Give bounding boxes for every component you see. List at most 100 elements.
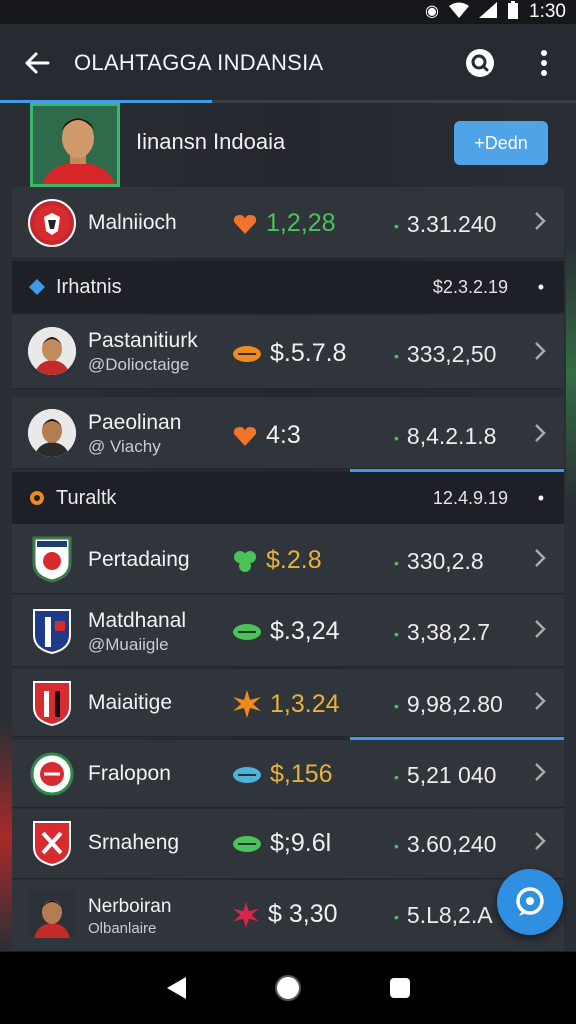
score-value: 1,3.24 [270, 689, 340, 718]
chevron-right-icon [530, 831, 550, 851]
player-name: Paeolinan [88, 411, 182, 434]
arrow-left-icon [25, 52, 50, 74]
total-value: 3.60,240 [406, 831, 497, 857]
star-burst-icon [233, 690, 261, 718]
page-title: OLAHTAGGA INDANSIA [74, 50, 324, 75]
score-value: $.3,24 [270, 617, 340, 645]
flame-icon [233, 345, 261, 362]
back-button[interactable] [0, 52, 74, 74]
score-value: $.5.7.8 [270, 339, 347, 367]
section-header: Irhatnis $2.3.2.19 • [12, 261, 564, 313]
app-bar: OLAHTAGGA INDANSIA [0, 24, 576, 102]
list-item[interactable]: Malniioch 1,2,28 • 3.31.240 [12, 187, 564, 259]
team-name: Srnaheng [88, 831, 180, 854]
chat-fab[interactable] [497, 869, 563, 935]
avatar [28, 327, 76, 375]
alarm-icon: ◉ [425, 3, 440, 20]
leaf-icon [233, 766, 261, 783]
total-value: 330,2.8 [406, 548, 484, 574]
score-value: $.2.8 [266, 546, 322, 574]
section-label: Turaltk [56, 486, 117, 509]
square-recents-icon [390, 978, 410, 998]
player-name: Nerboiran [88, 896, 172, 917]
total-value: 3,38,2.7 [406, 619, 491, 645]
team-name: Pertadaing [88, 548, 190, 571]
clover-icon [234, 550, 256, 572]
team-crest [30, 535, 74, 583]
triangle-back-icon [167, 977, 186, 999]
profile-name: Iinansn Indoaia [136, 129, 286, 154]
content-list[interactable]: Iinansn Indoaia +Dedn Malniioch 1,2,28 •… [0, 103, 576, 951]
player-name: Pastanitiurk [88, 329, 198, 352]
battery-icon [507, 1, 519, 23]
list-item[interactable]: Maiaitige 1,3.24 • 9,98,2.80 [12, 669, 564, 737]
list-item[interactable]: Pastanitiurk @Dolioctaige $.5.7.8 • 333,2… [12, 315, 564, 389]
search-button[interactable] [448, 47, 512, 79]
more-vert-icon [541, 50, 547, 76]
list-item[interactable]: Nerboiran Olbanlaire $ 3,30 • 5.L8,2.A [12, 880, 564, 951]
add-button[interactable]: +Dedn [454, 121, 548, 165]
team-crest [30, 819, 74, 867]
score-value: $,156 [270, 760, 333, 788]
chevron-right-icon [530, 691, 550, 711]
team-name: Maiaitige [88, 691, 173, 714]
team-crest [30, 607, 74, 655]
team-name: Malniioch [88, 211, 177, 234]
avatar [28, 409, 76, 457]
chevron-right-icon [530, 548, 550, 568]
section-value: $2.3.2.19 [432, 276, 508, 297]
chevron-right-icon [530, 762, 550, 782]
profile-photo [30, 103, 120, 187]
team-name: Fralopon [88, 762, 171, 785]
section-menu-button[interactable]: • [538, 277, 544, 298]
heart-icon [233, 214, 257, 234]
chevron-right-icon [530, 619, 550, 639]
player-handle: @ Viachy [88, 437, 161, 456]
system-nav-bar [0, 952, 576, 1024]
chevron-right-icon [530, 423, 550, 443]
circle-icon [30, 491, 44, 505]
list-item[interactable]: Srnaheng $;9.6l • 3.60,240 [12, 809, 564, 879]
team-name: Matdhanal [88, 609, 187, 632]
team-crest [30, 679, 74, 727]
total-value: 8,4.2.1.8 [406, 423, 497, 449]
score-value: 1,2,28 [266, 209, 336, 237]
list-item[interactable]: Matdhanal @Muaiigle $.3,24 • 3,38,2.7 [12, 595, 564, 667]
leaf-icon [233, 835, 261, 852]
total-value: 9,98,2.80 [406, 691, 503, 717]
nav-home-button[interactable] [268, 968, 308, 1008]
section-label: Irhatnis [56, 275, 122, 298]
nav-recents-button[interactable] [380, 968, 420, 1008]
total-value: 3.31.240 [406, 211, 497, 237]
team-handle: @Muaiigle [88, 635, 169, 654]
list-item[interactable]: Pertadaing $.2.8 • 330,2.8 [12, 524, 564, 594]
chat-search-icon [516, 887, 544, 916]
chevron-right-icon [530, 211, 550, 231]
chevron-right-icon [530, 341, 550, 361]
leaf-icon [233, 623, 261, 640]
section-header: Turaltk 12.4.9.19 • [12, 472, 564, 524]
heart-icon [233, 426, 257, 446]
wifi-icon [449, 2, 470, 22]
circle-home-icon [275, 975, 301, 1001]
total-value: 5.L8,2.A [406, 902, 493, 928]
status-bar: ◉ 1:30 [0, 0, 576, 24]
section-menu-button[interactable]: • [538, 488, 544, 509]
player-handle: Olbanlaire [88, 920, 157, 937]
section-value: 12.4.9.19 [432, 487, 508, 508]
team-crest [28, 199, 76, 247]
diamond-icon [29, 279, 45, 295]
score-value: $ 3,30 [268, 900, 338, 928]
list-item[interactable]: Fralopon $,156 • 5,21 040 [12, 740, 564, 808]
team-crest [30, 750, 74, 798]
score-value: $;9.6l [270, 829, 332, 857]
total-value: 5,21 040 [406, 762, 497, 788]
more-menu-button[interactable] [512, 50, 576, 76]
profile-header: Iinansn Indoaia +Dedn [12, 103, 564, 187]
list-item[interactable]: Paeolinan @ Viachy 4:3 • 8,4.2.1.8 [12, 397, 564, 469]
total-value: 333,2,50 [406, 341, 497, 367]
score-value: 4:3 [266, 421, 301, 449]
status-time: 1:30 [529, 1, 566, 22]
star-burst-icon [232, 901, 260, 928]
nav-back-button[interactable] [156, 968, 196, 1008]
